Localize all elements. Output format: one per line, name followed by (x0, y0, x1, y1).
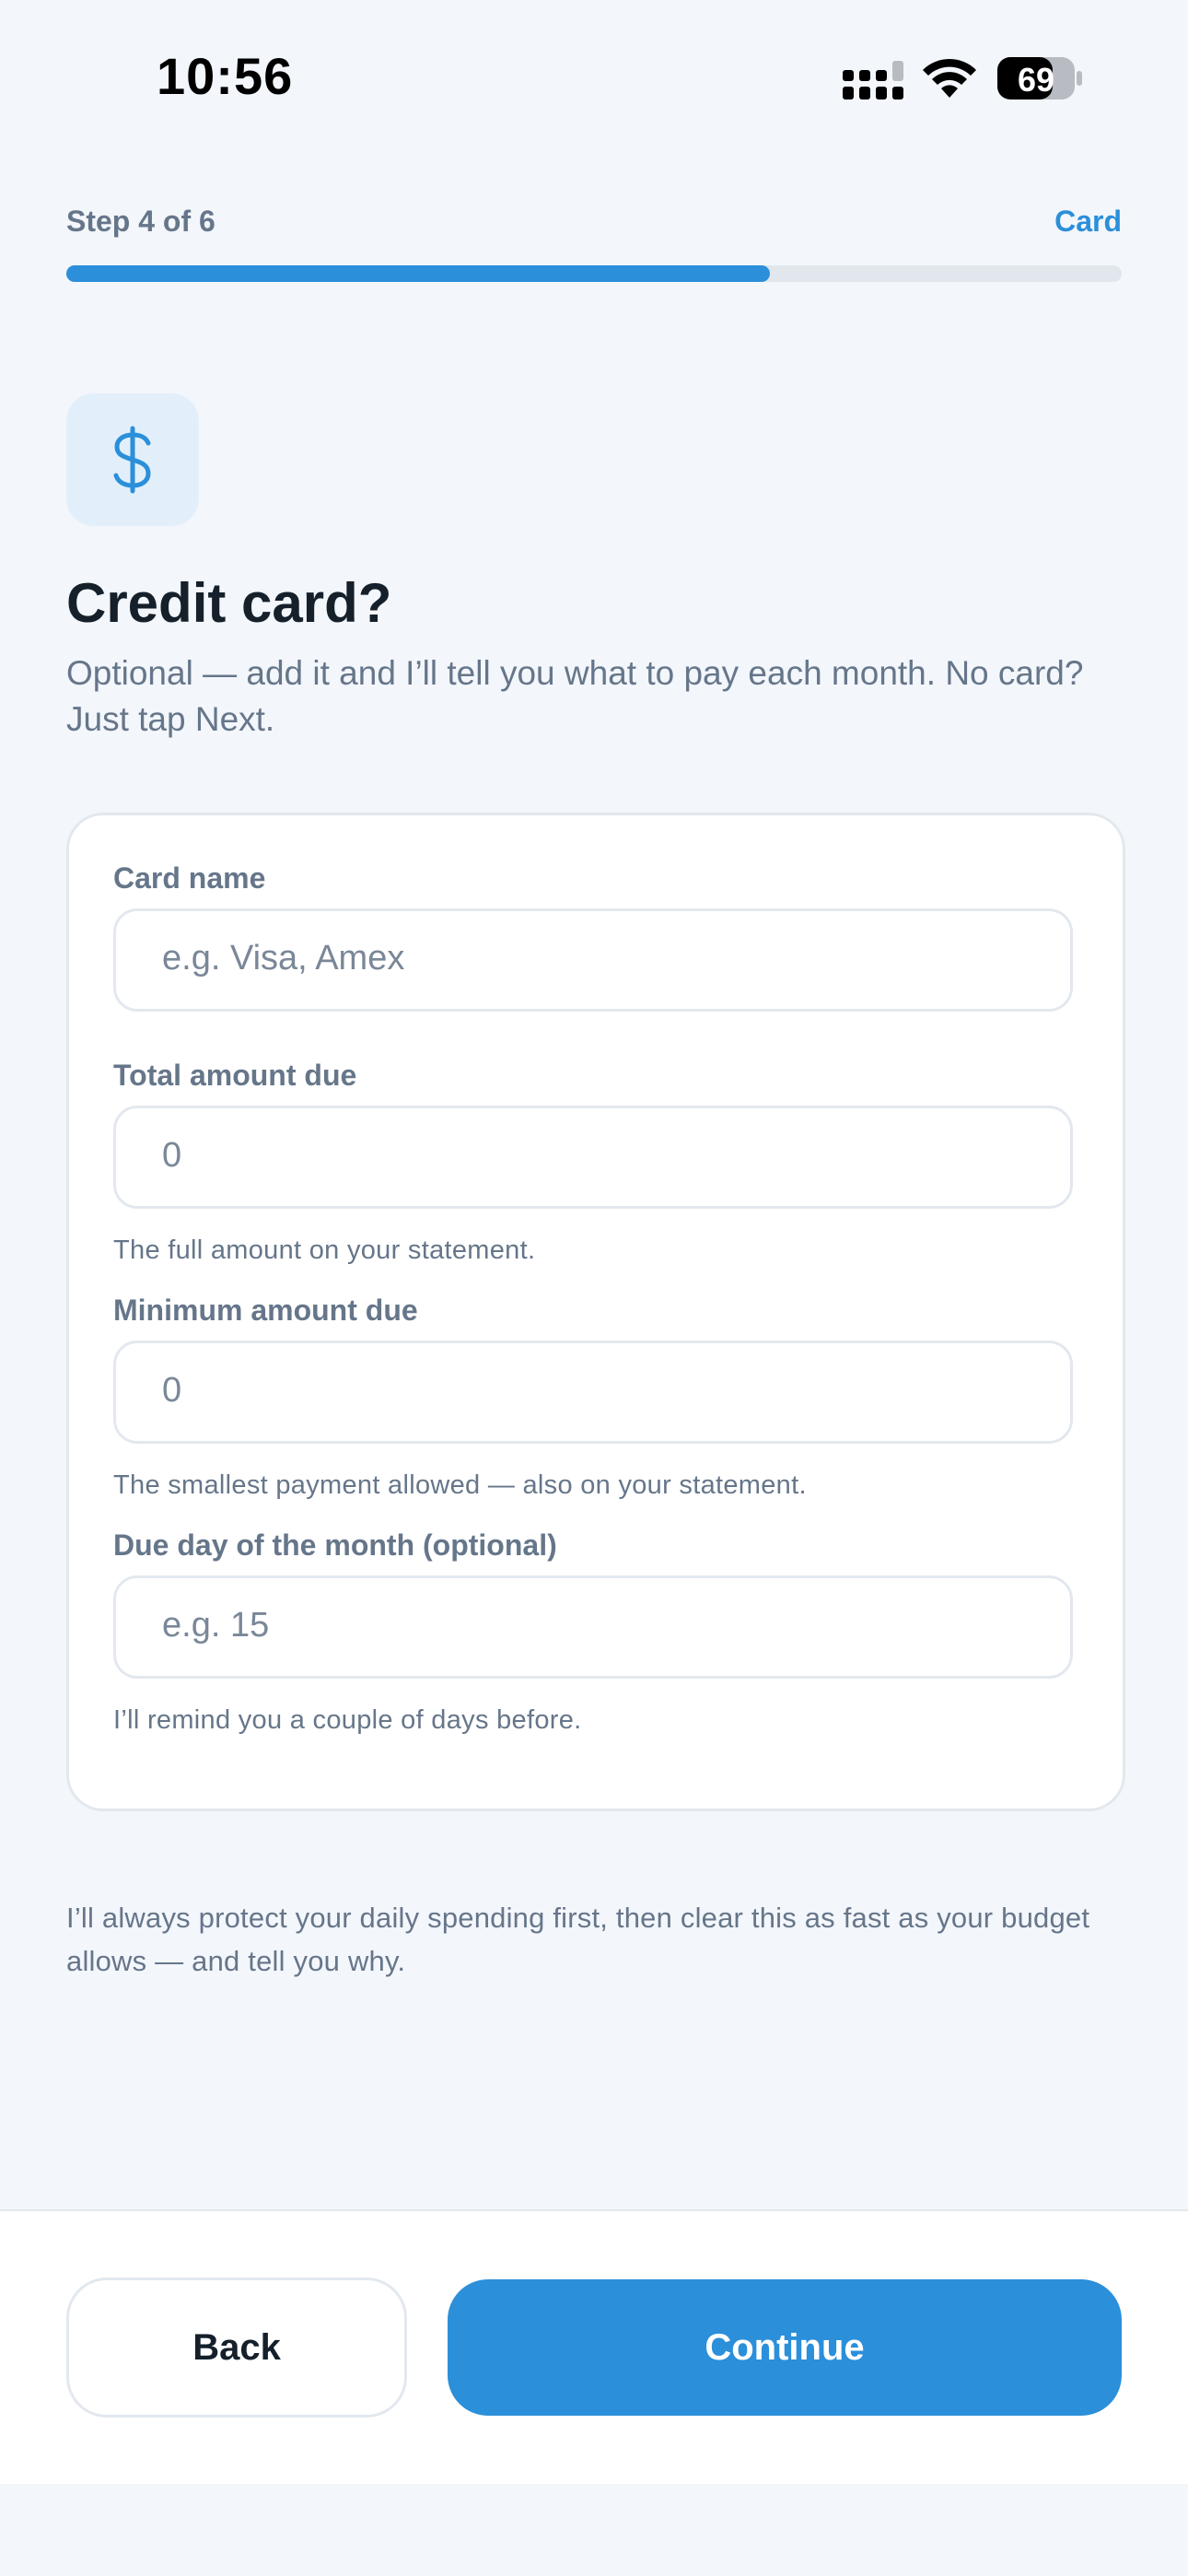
battery-icon: 69 (997, 57, 1082, 100)
credit-card-form: Card name e.g. Visa, Amex Total amount d… (66, 813, 1125, 1811)
card-name-label: Card name (113, 861, 266, 895)
step-counter: Step 4 of 6 (66, 205, 215, 238)
due-day-hint: I’ll remind you a couple of days before. (113, 1705, 582, 1735)
card-name-input[interactable]: e.g. Visa, Amex (113, 908, 1073, 1012)
page-subtitle: Optional — add it and I’ll tell you what… (66, 654, 1084, 738)
due-day-input[interactable]: e.g. 15 (113, 1575, 1073, 1679)
due-day-placeholder: e.g. 15 (162, 1606, 270, 1645)
wifi-icon (923, 58, 976, 98)
minimum-due-label: Minimum amount due (113, 1294, 418, 1327)
total-due-hint: The full amount on your statement. (113, 1235, 536, 1265)
page-title: Credit card? (66, 572, 392, 634)
due-day-label: Due day of the month (optional) (113, 1528, 557, 1562)
total-due-value: 0 (162, 1136, 182, 1175)
progress-header: Step 4 of 6 Card (66, 205, 1122, 245)
progress-bar (66, 265, 1122, 282)
dollar-icon-badge (66, 393, 199, 526)
status-time: 10:56 (157, 47, 294, 105)
status-bar: 10:56 69 (0, 0, 1188, 157)
footer-note: I’ll always protect your daily spending … (66, 1902, 1090, 1977)
minimum-due-hint: The smallest payment allowed — also on y… (113, 1470, 807, 1500)
card-name-placeholder: e.g. Visa, Amex (162, 939, 405, 978)
continue-button[interactable]: Continue (448, 2279, 1122, 2416)
step-name: Card (1054, 205, 1122, 238)
dollar-icon (113, 426, 151, 494)
minimum-due-input[interactable]: 0 (113, 1341, 1073, 1444)
battery-level: 69 (1017, 61, 1055, 99)
total-due-label: Total amount due (113, 1059, 357, 1092)
total-due-input[interactable]: 0 (113, 1106, 1073, 1209)
progress-fill (66, 265, 771, 282)
cellular-signal-icon (843, 61, 903, 100)
minimum-due-value: 0 (162, 1371, 182, 1410)
back-button[interactable]: Back (66, 2277, 407, 2418)
bottom-action-bar: Back Continue (0, 2209, 1188, 2484)
